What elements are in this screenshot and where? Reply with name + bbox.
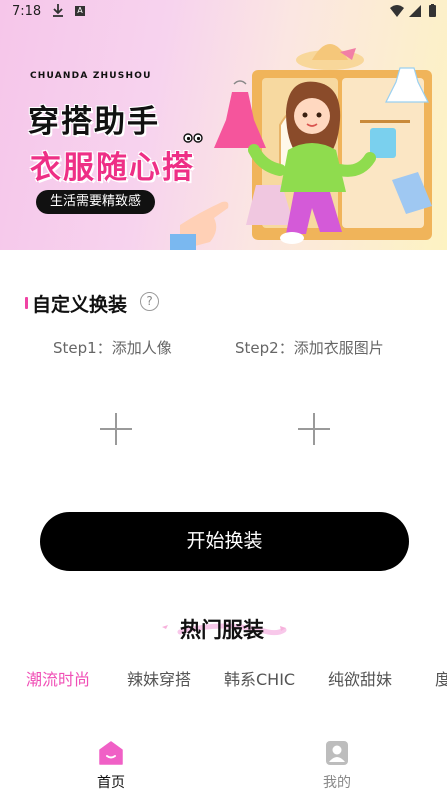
hero-illustration [170, 44, 432, 250]
category-tab-sweet-girl[interactable]: 纯欲甜妹 [328, 666, 392, 690]
signal-icon [409, 5, 421, 17]
nav-mine[interactable]: 我的 [307, 738, 367, 794]
brand-en-text: CHUANDA ZHUSHOU [30, 71, 152, 81]
category-tab-spicy-girl[interactable]: 辣妹穿搭 [127, 666, 191, 690]
section-accent-bar [25, 297, 28, 309]
nav-home-label: 首页 [97, 775, 125, 791]
bottom-nav: 首页 我的 [0, 730, 447, 798]
help-icon[interactable]: ? [140, 292, 159, 311]
hot-clothing-title: 热门服装 [180, 618, 264, 642]
a-badge-icon: A [75, 6, 85, 16]
download-icon [53, 4, 63, 17]
battery-icon [429, 5, 436, 17]
plus-icon [100, 413, 132, 445]
banner-title: 穿搭助手 [28, 104, 160, 140]
home-icon [99, 741, 123, 765]
category-tab-korean-chic[interactable]: 韩系CHIC [224, 666, 295, 690]
custom-outfit-title: 自定义换装 [32, 294, 128, 316]
system-status-icons [390, 4, 436, 17]
category-tab-trendy[interactable]: 潮流时尚 [26, 666, 90, 690]
nav-home[interactable]: 首页 [81, 738, 141, 794]
banner[interactable]: 7:18 A CHUANDA ZHUSHOU 穿搭助手 衣服随心搭 生活需要精致… [0, 0, 447, 250]
start-outfit-button[interactable]: 开始换装 [40, 512, 409, 571]
step1-label: Step1：添加人像 [53, 339, 172, 357]
nav-mine-label: 我的 [323, 775, 351, 791]
add-portrait-button[interactable] [89, 402, 143, 456]
banner-tagline: 生活需要精致感 [36, 190, 156, 214]
wifi-icon [390, 5, 404, 17]
step2-label: Step2：添加衣服图片 [235, 339, 384, 357]
add-clothes-button[interactable] [287, 402, 341, 456]
status-time: 7:18 [12, 4, 42, 19]
profile-icon [326, 741, 348, 765]
plus-icon [298, 413, 330, 445]
category-tab-more[interactable]: 度 [435, 666, 447, 690]
